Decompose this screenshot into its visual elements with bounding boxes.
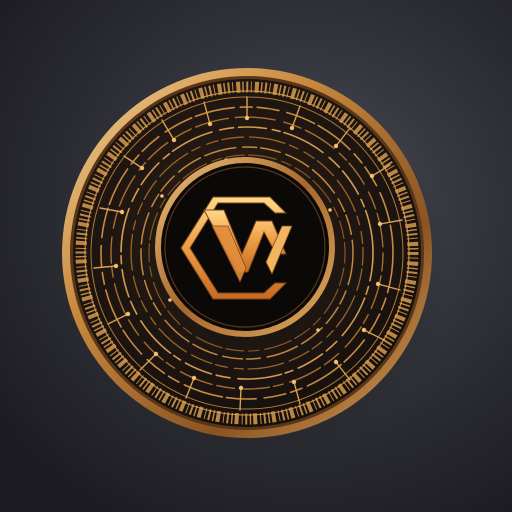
coin-illustration [62,68,452,454]
illustration-stage [0,0,512,512]
